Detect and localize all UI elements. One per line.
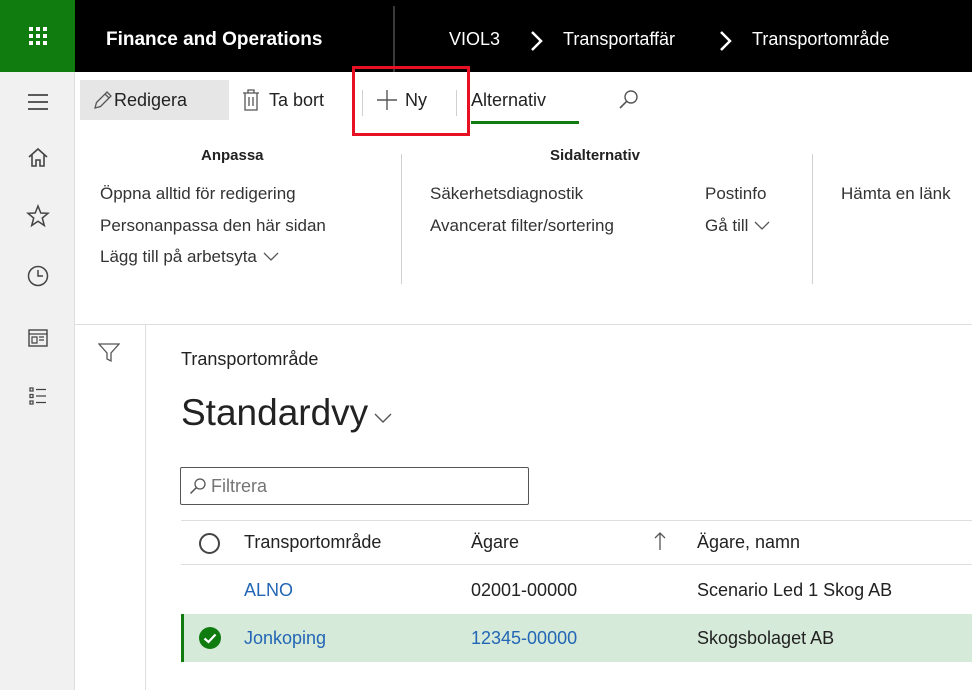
owner-cell: 02001-00000 [471, 579, 578, 600]
delete-button-label: Ta bort [269, 89, 325, 110]
breadcrumb-page[interactable]: Transportområde [752, 0, 889, 72]
owner-name-cell: Scenario Led 1 Skog AB [697, 579, 893, 600]
delete-button[interactable]: Ta bort [241, 80, 324, 120]
waffle-icon [28, 27, 47, 45]
go-to-label: Gå till [705, 216, 749, 235]
divider [401, 154, 402, 284]
add-to-workspace-label: Lägg till på arbetsyta [100, 247, 257, 266]
breadcrumb-module[interactable]: Transportaffär [563, 0, 675, 72]
table-row[interactable]: ALNO 02001-00000 Scenario Led 1 Skog AB [181, 566, 972, 614]
owner-link[interactable]: 12345-00000 [471, 614, 577, 662]
chevron-right-icon [531, 31, 543, 51]
table-row-selected[interactable]: Jonkoping 12345-00000 Skogsbolaget AB [181, 614, 972, 662]
pencil-icon [94, 91, 112, 109]
grid-header: Transportområde Ägare Ägare, namn [181, 520, 972, 565]
owner-name-cell: Skogsbolaget AB [697, 627, 835, 648]
add-to-workspace-item[interactable]: Lägg till på arbetsyta [100, 247, 279, 267]
filter-pane-column [75, 324, 146, 690]
chevron-right-icon [720, 31, 732, 51]
group-title-page-options: Sidalternativ [550, 147, 641, 164]
home-icon[interactable] [26, 146, 50, 170]
options-tab-label: Alternativ [471, 89, 547, 110]
record-info-item[interactable]: Postinfo [705, 184, 766, 204]
column-header-owner-name[interactable]: Ägare, namn [697, 521, 800, 564]
filter-field[interactable] [180, 467, 529, 505]
ribbon-options: Anpassa Öppna alltid för redigering Pers… [75, 134, 972, 324]
security-diagnostics-item[interactable]: Säkerhetsdiagnostik [430, 184, 583, 204]
divider [812, 154, 813, 284]
filter-input[interactable] [211, 475, 511, 497]
area-link[interactable]: ALNO [244, 566, 293, 614]
go-to-item[interactable]: Gå till [705, 216, 770, 236]
active-tab-indicator [471, 121, 579, 124]
hamburger-menu-icon[interactable] [26, 90, 50, 114]
recent-clock-icon[interactable] [26, 264, 50, 288]
workspaces-icon[interactable] [26, 326, 50, 350]
search-icon [619, 90, 638, 109]
sort-ascending-arrow-icon[interactable] [654, 531, 666, 551]
trash-icon [243, 89, 259, 111]
modules-list-icon[interactable] [26, 384, 50, 408]
navigation-rail [0, 72, 75, 690]
app-name[interactable]: Finance and Operations [106, 0, 322, 72]
favorites-star-icon[interactable] [26, 204, 50, 228]
action-pane: Redigera Ta bort Ny Alternativ [75, 72, 972, 134]
view-name-label: Standardvy [181, 392, 369, 433]
search-button[interactable] [618, 80, 640, 120]
always-open-edit-item[interactable]: Öppna alltid för redigering [100, 184, 296, 204]
group-title-customize: Anpassa [201, 147, 264, 164]
search-icon [189, 478, 206, 495]
app-launcher-button[interactable] [0, 0, 75, 72]
view-selector[interactable]: Standardvy [181, 392, 392, 434]
chevron-down-icon [263, 252, 279, 261]
chevron-down-icon [755, 221, 770, 230]
column-header-owner[interactable]: Ägare [471, 521, 519, 564]
topbar-divider [393, 6, 395, 72]
personalize-page-item[interactable]: Personanpassa den här sidan [100, 216, 326, 236]
column-header-area[interactable]: Transportområde [244, 521, 381, 564]
get-link-item[interactable]: Hämta en länk [841, 184, 972, 204]
filter-funnel-icon[interactable] [98, 343, 120, 363]
top-navigation-bar: Finance and Operations VIOL3 Transportaf… [0, 0, 972, 72]
area-link[interactable]: Jonkoping [244, 614, 326, 662]
edit-button-label: Redigera [114, 89, 188, 110]
edit-button[interactable]: Redigera [80, 80, 229, 120]
tab-options[interactable]: Alternativ [471, 80, 546, 120]
advanced-filter-item[interactable]: Avancerat filter/sortering [430, 216, 614, 236]
highlight-annotation [352, 66, 470, 136]
select-all-radio[interactable] [199, 533, 220, 554]
content-divider [146, 324, 972, 325]
page-caption: Transportområde [181, 349, 319, 369]
chevron-down-icon [374, 413, 392, 423]
selected-checkmark-icon[interactable] [198, 626, 222, 650]
breadcrumb-company[interactable]: VIOL3 [449, 0, 500, 72]
